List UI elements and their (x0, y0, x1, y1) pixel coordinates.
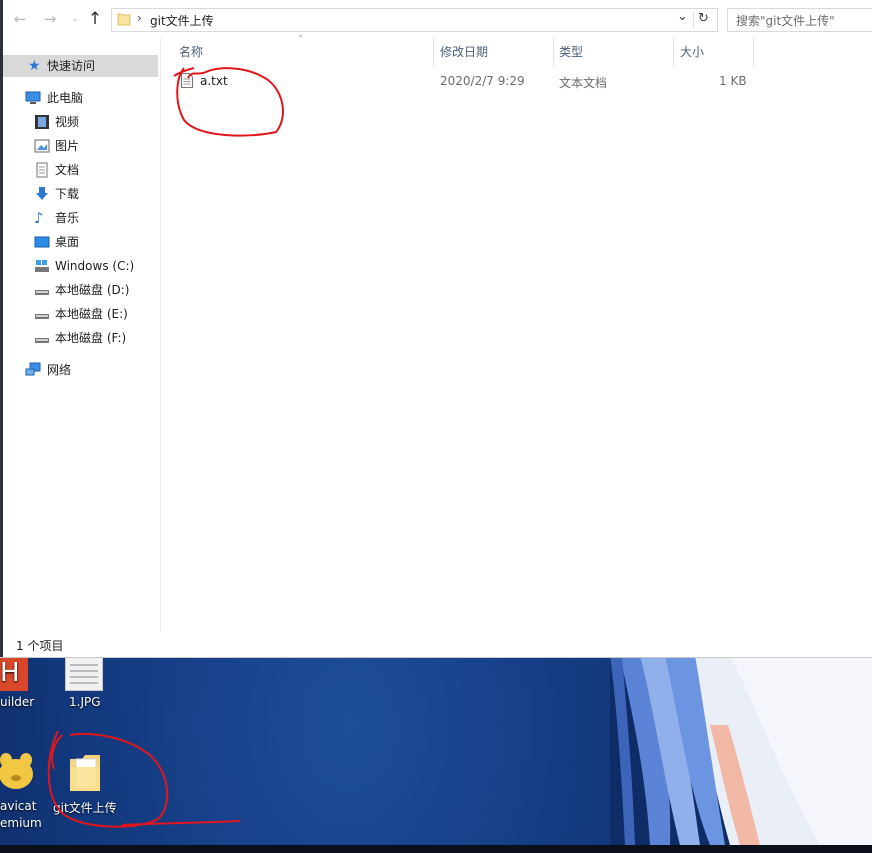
download-arrow-icon (34, 186, 50, 202)
navigation-pane: ★ 快速访问 此电脑 视频 图片 文档 下载 ♪ 音乐 桌面 Windows (… (3, 38, 160, 632)
chevron-down-icon[interactable]: ⌄ (677, 9, 688, 24)
arrow-left-icon[interactable]: ← (11, 10, 29, 28)
taskbar (0, 845, 872, 853)
column-header-name[interactable]: 名称 (179, 44, 203, 60)
arrow-right-icon[interactable]: → (41, 10, 59, 28)
system-drive-icon (34, 258, 50, 274)
sidebar-item-desktop[interactable]: 桌面 (3, 231, 158, 253)
desktop-icon-label: avicat (0, 799, 37, 813)
desktop-icon-1-jpg[interactable]: 1.JPG (55, 657, 115, 717)
network-icon (25, 362, 41, 378)
sidebar-item-label: Windows (C:) (55, 259, 135, 273)
pictures-folder-icon (34, 138, 50, 154)
sort-ascending-icon: ˆ (298, 35, 303, 46)
hbuilder-icon: H (0, 657, 28, 691)
status-bar: 1 个项目 (3, 632, 872, 657)
music-note-icon: ♪ (34, 209, 44, 227)
sidebar-item-label: 快速访问 (47, 59, 96, 73)
sidebar-item-drive-f[interactable]: 本地磁盘 (F:) (3, 327, 158, 349)
refresh-icon[interactable]: ↻ (698, 11, 709, 26)
breadcrumb-segment[interactable]: git文件上传 (150, 12, 214, 29)
desktop-icon-label: 1.JPG (69, 695, 101, 709)
arrow-up-icon[interactable]: ↑ (86, 10, 104, 28)
search-placeholder: 搜索"git文件上传" (736, 14, 835, 28)
text-file-icon (181, 73, 193, 88)
sidebar-item-this-pc[interactable]: 此电脑 (3, 87, 158, 109)
sidebar-item-label: 视频 (55, 115, 80, 129)
documents-folder-icon (34, 162, 50, 178)
search-input[interactable]: 搜索"git文件上传" (727, 8, 872, 32)
address-separator (693, 11, 694, 29)
sidebar-item-network[interactable]: 网络 (3, 359, 158, 381)
file-list-pane: ˆ 名称 修改日期 类型 大小 a.txt 2020/2/7 9:29 文本文档… (161, 35, 872, 632)
sidebar-item-music[interactable]: ♪ 音乐 (3, 207, 158, 229)
desktop-folder-icon (34, 234, 50, 250)
breadcrumb-separator-icon: › (137, 11, 142, 25)
recent-locations-chevron-down-icon[interactable]: ⌄ (66, 10, 84, 28)
sidebar-item-quick-access[interactable]: ★ 快速访问 (3, 55, 158, 77)
desktop-icon-git-folder[interactable]: git文件上传 (50, 745, 120, 825)
navicat-icon (0, 750, 34, 790)
desktop-icon-label-line2: emium (0, 816, 42, 830)
column-header-modified[interactable]: 修改日期 (440, 44, 488, 60)
column-header-type[interactable]: 类型 (559, 44, 583, 60)
sidebar-item-label: 桌面 (55, 235, 80, 249)
sidebar-item-label: 下载 (55, 187, 80, 201)
image-file-icon (65, 657, 103, 691)
star-icon: ★ (28, 58, 41, 74)
sidebar-item-label: 本地磁盘 (D:) (55, 283, 130, 297)
video-folder-icon (34, 114, 50, 130)
address-toolbar: ← → ⌄ ↑ › git文件上传 ⌄ ↻ 搜索"git文件上传" (3, 0, 872, 38)
computer-icon (25, 90, 41, 106)
file-name[interactable]: a.txt (200, 74, 228, 88)
column-separator[interactable] (433, 38, 434, 66)
sidebar-item-label: 本地磁盘 (F:) (55, 331, 127, 345)
sidebar-item-label: 音乐 (55, 211, 80, 225)
desktop-icon-label: git文件上传 (53, 801, 117, 815)
column-header-size[interactable]: 大小 (680, 44, 704, 60)
sidebar-item-label: 此电脑 (47, 91, 84, 105)
drive-icon (34, 282, 50, 298)
file-size: 1 KB (719, 74, 747, 88)
desktop-icon-hbuilder[interactable]: H uilder (0, 657, 40, 717)
folder-icon (117, 12, 131, 26)
drive-icon (34, 306, 50, 322)
drive-icon (34, 330, 50, 346)
wallpaper-artwork (610, 655, 872, 845)
address-bar[interactable]: › git文件上传 ⌄ ↻ (111, 8, 718, 32)
sidebar-item-drive-c[interactable]: Windows (C:) (3, 255, 158, 277)
file-type: 文本文档 (559, 76, 608, 90)
sidebar-item-drive-e[interactable]: 本地磁盘 (E:) (3, 303, 158, 325)
sidebar-item-videos[interactable]: 视频 (3, 111, 158, 133)
sidebar-item-label: 文档 (55, 163, 80, 177)
sidebar-item-documents[interactable]: 文档 (3, 159, 158, 181)
sidebar-item-downloads[interactable]: 下载 (3, 183, 158, 205)
file-explorer-window: ← → ⌄ ↑ › git文件上传 ⌄ ↻ 搜索"git文件上传" ★ 快速访问 (0, 0, 872, 658)
sidebar-item-label: 图片 (55, 139, 80, 153)
column-separator[interactable] (553, 38, 554, 66)
sidebar-item-label: 网络 (47, 363, 72, 377)
table-row[interactable]: a.txt 2020/2/7 9:29 文本文档 1 KB (161, 68, 761, 92)
folder-icon (68, 753, 102, 793)
file-modified: 2020/2/7 9:29 (440, 74, 525, 88)
item-count: 1 个项目 (16, 639, 64, 653)
sidebar-item-label: 本地磁盘 (E:) (55, 307, 128, 321)
column-separator[interactable] (753, 38, 754, 66)
column-separator[interactable] (673, 38, 674, 66)
sidebar-item-pictures[interactable]: 图片 (3, 135, 158, 157)
desktop-icon-label: uilder (0, 695, 35, 709)
sidebar-item-drive-d[interactable]: 本地磁盘 (D:) (3, 279, 158, 301)
desktop-icon-navicat[interactable]: avicat emium (0, 745, 45, 835)
